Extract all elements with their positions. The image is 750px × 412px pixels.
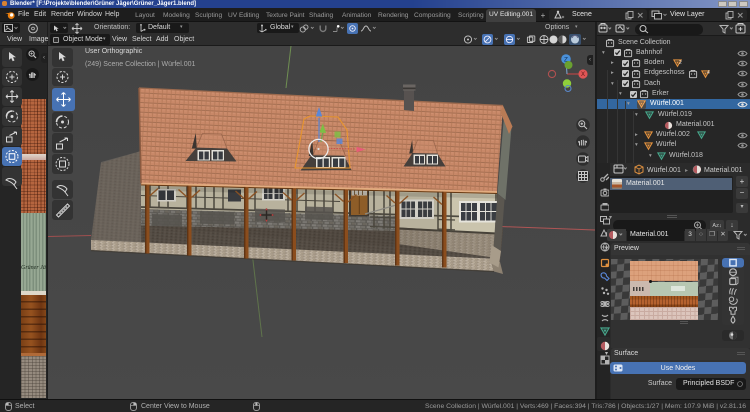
svg-text:▸: ▸: [685, 168, 688, 174]
svg-text:X: X: [581, 72, 585, 78]
svg-text:Würfel.001: Würfel.001: [647, 167, 681, 174]
svg-text:Material.001: Material.001: [704, 167, 743, 174]
